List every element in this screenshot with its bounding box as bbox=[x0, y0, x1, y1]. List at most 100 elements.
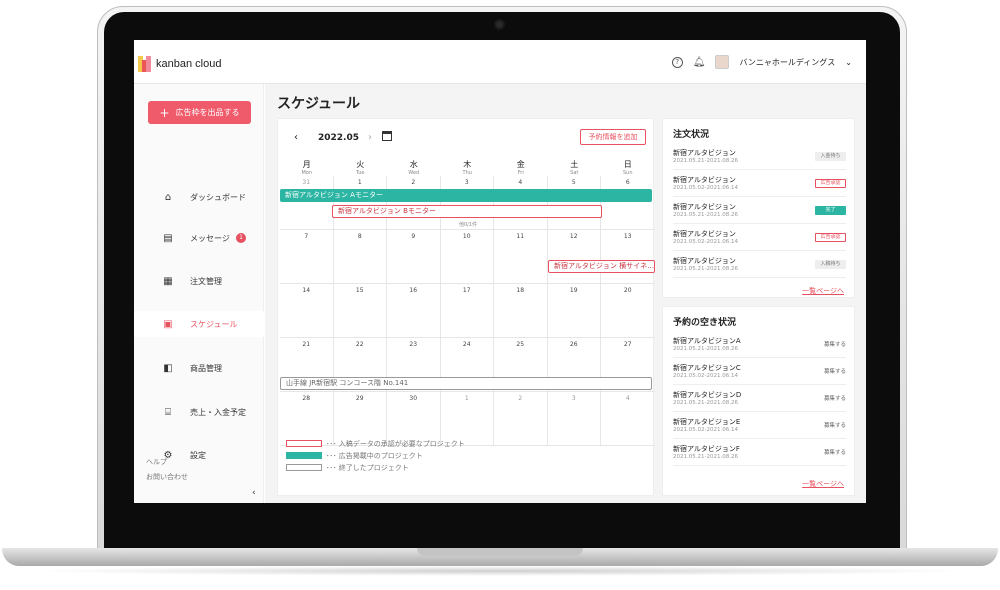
calendar-day-cell[interactable]: 14 bbox=[280, 284, 334, 338]
order-name: 新宿アルタビジョン bbox=[673, 257, 736, 265]
sidebar-item-sales[interactable]: ⌸ 売上・入金予定 bbox=[134, 399, 264, 425]
help-circle-icon[interactable]: ? bbox=[671, 56, 683, 68]
calendar-day-cell[interactable]: 29 bbox=[333, 392, 387, 446]
next-month-icon[interactable]: › bbox=[368, 132, 372, 143]
availability-row[interactable]: 新宿アルタビジョンC 2021.05.02-2021.06.14 募集する bbox=[673, 358, 846, 385]
calendar-day-cell[interactable]: 28 bbox=[280, 392, 334, 446]
recruit-button[interactable]: 募集する bbox=[824, 340, 846, 348]
calendar-day-cell[interactable]: 4 bbox=[494, 176, 548, 230]
availability-row[interactable]: 新宿アルタビジョンA 2021.05.21-2021.08.26 募集する bbox=[673, 331, 846, 358]
order-row[interactable]: 新宿アルタビジョン 2021.05.21-2021.08.26 入金待ち bbox=[673, 143, 846, 170]
collapse-sidebar-icon[interactable]: ‹ bbox=[252, 488, 256, 498]
message-count-badge: 1 bbox=[236, 233, 246, 243]
help-link[interactable]: ヘルプ bbox=[146, 457, 167, 467]
weekday-header: 日 Sun bbox=[601, 159, 655, 176]
bell-icon[interactable]: 🔔︎ bbox=[693, 57, 706, 68]
calendar-day-cell[interactable]: 6 bbox=[601, 176, 655, 230]
add-reservation-button[interactable]: 予約情報を追加 bbox=[580, 129, 646, 145]
event-bar-alta-side[interactable]: 新宿アルタビジョン 横サイネ… bbox=[548, 260, 655, 273]
logo-text: kanban cloud bbox=[156, 58, 222, 70]
availability-row[interactable]: 新宿アルタビジョンD 2021.05.21-2021.08.26 募集する bbox=[673, 385, 846, 412]
sidebar-item-label: 商品管理 bbox=[190, 363, 222, 373]
weekday-jp: 月 bbox=[302, 160, 311, 169]
availability-name: 新宿アルタビジョンD bbox=[673, 391, 742, 399]
status-badge: 入稿待ち bbox=[815, 260, 846, 269]
sidebar-item-messages[interactable]: ▤ メッセージ 1 bbox=[134, 225, 264, 251]
recruit-button[interactable]: 募集する bbox=[824, 421, 846, 429]
calendar-day-cell[interactable]: 2 bbox=[494, 392, 548, 446]
recruit-button[interactable]: 募集する bbox=[824, 394, 846, 402]
day-number: 4 bbox=[518, 179, 523, 186]
calendar-day-cell[interactable]: 8 bbox=[333, 230, 387, 284]
sidebar-item-orders[interactable]: ▦ 注文管理 bbox=[134, 268, 264, 294]
availability-row[interactable]: 新宿アルタビジョンF 2021.05.21-2021.08.26 募集する bbox=[673, 439, 846, 466]
calendar-day-cell[interactable]: 11 bbox=[494, 230, 548, 284]
calendar-day-cell[interactable]: 31 bbox=[280, 176, 334, 230]
availability-card: 予約の空き状況 新宿アルタビジョンA 2021.05.21-2021.08.26 募… bbox=[662, 306, 855, 496]
weekday-header: 水 Wed bbox=[387, 159, 441, 176]
status-badge: 完了 bbox=[815, 206, 846, 215]
sidebar-item-products[interactable]: ◧ 商品管理 bbox=[134, 355, 264, 381]
order-row[interactable]: 新宿アルタビジョン 2021.05.21-2021.08.26 入稿待ち bbox=[673, 251, 846, 278]
sidebar-item-label: 注文管理 bbox=[190, 276, 222, 286]
day-number: 9 bbox=[411, 233, 416, 240]
order-row[interactable]: 新宿アルタビジョン 2021.05.02-2021.06.14 広告承認 bbox=[673, 224, 846, 251]
calendar-day-cell[interactable]: 16 bbox=[387, 284, 441, 338]
calendar-day-cell[interactable]: 9 bbox=[387, 230, 441, 284]
calendar-day-cell[interactable]: 20 bbox=[601, 284, 655, 338]
order-row[interactable]: 新宿アルタビジョン 2021.05.21-2021.08.26 完了 bbox=[673, 197, 846, 224]
legend-item-done: ･･･ 終了したプロジェクト bbox=[286, 463, 546, 473]
plus-icon: + bbox=[159, 105, 170, 120]
order-date: 2021.05.02-2021.06.14 bbox=[673, 239, 738, 245]
calendar-day-cell[interactable]: 30 bbox=[387, 392, 441, 446]
calendar-day-cell[interactable]: 2 bbox=[387, 176, 441, 230]
recruit-button[interactable]: 募集する bbox=[824, 367, 846, 375]
calendar-day-cell[interactable]: 5 bbox=[547, 176, 601, 230]
sidebar-item-dashboard[interactable]: ⌂ ダッシュボード bbox=[134, 184, 264, 210]
prev-month-icon[interactable]: ‹ bbox=[294, 132, 298, 143]
calendar-picker-icon[interactable] bbox=[382, 131, 392, 141]
avatar[interactable] bbox=[715, 55, 730, 69]
event-bar-jr-shinjuku[interactable]: 山手線 JR新宿駅 コンコース階 No.141 bbox=[280, 377, 652, 390]
weekday-jp: 日 bbox=[623, 160, 632, 169]
availability-row[interactable]: 新宿アルタビジョンE 2021.05.02-2021.06.14 募集する bbox=[673, 412, 846, 439]
legend-item-active: ･･･ 広告掲載中のプロジェクト bbox=[286, 451, 546, 461]
company-name[interactable]: バンニャホールディングス bbox=[739, 57, 835, 68]
event-bar-alta-b[interactable]: 新宿アルタビジョン Bモニター bbox=[332, 205, 602, 218]
order-name: 新宿アルタビジョン bbox=[673, 176, 736, 184]
calendar-day-cell[interactable]: 1 bbox=[333, 176, 387, 230]
logo[interactable]: kanban cloud bbox=[138, 56, 221, 72]
availability-view-all-link[interactable]: 一覧ページへ bbox=[802, 479, 844, 489]
contact-link[interactable]: お問い合わせ bbox=[146, 472, 188, 482]
recruit-button[interactable]: 募集する bbox=[824, 448, 846, 456]
top-actions: ? 🔔︎ バンニャホールディングス ⌄ bbox=[671, 55, 852, 69]
chevron-down-icon[interactable]: ⌄ bbox=[845, 58, 852, 67]
calendar-day-cell[interactable]: 13 bbox=[601, 230, 655, 284]
calendar-day-cell[interactable]: 3 bbox=[547, 392, 601, 446]
orders-view-all-link[interactable]: 一覧ページへ bbox=[802, 286, 844, 296]
calendar-day-cell[interactable]: 10 bbox=[440, 230, 494, 284]
main-content: スケジュール ‹ 2022.05 › 予約情報を追加 月 Mon 火 Tue 水 We… bbox=[265, 84, 866, 503]
more-events-link[interactable]: 他0/1件 bbox=[459, 221, 477, 228]
calendar-day-cell[interactable]: 15 bbox=[333, 284, 387, 338]
order-row[interactable]: 新宿アルタビジョン 2021.05.02-2021.06.14 広告承認 bbox=[673, 170, 846, 197]
calendar-day-cell[interactable]: 17 bbox=[440, 284, 494, 338]
calendar-day-cell[interactable]: 19 bbox=[547, 284, 601, 338]
calendar-icon: ▣ bbox=[163, 318, 173, 330]
weekday-header: 土 Sat bbox=[548, 159, 602, 176]
sidebar-item-schedule[interactable]: ▣ スケジュール bbox=[134, 311, 264, 337]
day-number: 11 bbox=[516, 233, 525, 240]
add-ad-slot-button[interactable]: + 広告枠を出品する bbox=[148, 101, 251, 124]
sidebar-item-label: メッセージ bbox=[190, 233, 230, 243]
calendar-day-cell[interactable]: 12 bbox=[547, 230, 601, 284]
calendar-day-cell[interactable]: 7 bbox=[280, 230, 334, 284]
calendar-day-cell[interactable]: 18 bbox=[494, 284, 548, 338]
event-bar-alta-a[interactable]: 新宿アルタビジョン Aモニター bbox=[280, 189, 652, 202]
day-number: 7 bbox=[304, 233, 309, 240]
calendar-day-cell[interactable]: 1 bbox=[440, 392, 494, 446]
day-number: 20 bbox=[623, 287, 632, 294]
day-number: 18 bbox=[516, 287, 525, 294]
day-number: 13 bbox=[623, 233, 632, 240]
availability-date: 2021.05.21-2021.08.26 bbox=[673, 346, 738, 352]
calendar-day-cell[interactable]: 4 bbox=[601, 392, 655, 446]
